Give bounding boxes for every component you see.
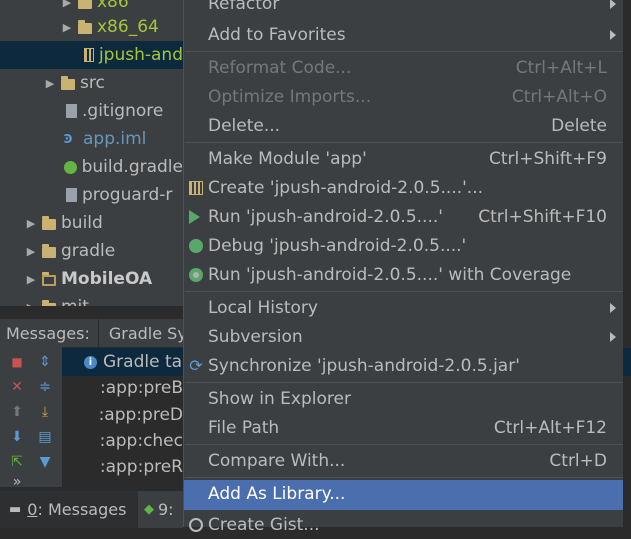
menu-item-synchronize[interactable]: ⟳ Synchronize 'jpush-android-2.0.5.jar' [184, 352, 624, 380]
editor-selection-fragment [623, 348, 631, 376]
expand-arrow-icon[interactable]: ▶ [26, 301, 36, 307]
tree-item-mobileoa[interactable]: ▶ MobileOA [0, 265, 183, 293]
menu-item-compare-with[interactable]: Compare With... Ctrl+D [184, 447, 624, 475]
menu-item-create-gist[interactable]: Create Gist... [184, 511, 624, 539]
list-item[interactable]: :app:preD [62, 401, 183, 429]
folder-icon [42, 299, 56, 306]
menu-item-optimize-imports[interactable]: Optimize Imports... Ctrl+Alt+O [184, 83, 624, 111]
close-icon[interactable]: ✕ [10, 380, 24, 394]
tree-item-proguard[interactable]: proguard-r [0, 181, 183, 209]
submenu-arrow-icon [610, 332, 616, 342]
list-item[interactable]: :app:preR [62, 453, 183, 481]
folder-icon [42, 215, 56, 230]
previous-icon[interactable]: ⬆ [10, 405, 24, 419]
coverage-icon [189, 268, 203, 282]
debug-icon [189, 239, 203, 253]
tree-item-mit[interactable]: ▶ mit [0, 293, 183, 306]
expand-arrow-icon[interactable]: ▶ [45, 77, 55, 90]
menu-item-make-module[interactable]: Make Module 'app' Ctrl+Shift+F9 [184, 145, 624, 173]
sync-icon: ⟳ [189, 356, 203, 375]
expand-arrow-icon[interactable]: ▶ [62, 0, 72, 9]
context-menu: Refactor Add to Favorites Reformat Code.… [183, 0, 624, 535]
config-icon [189, 181, 203, 195]
messages-list: i Gradle ta :app:preB :app:preD :app:che… [62, 347, 183, 487]
tree-item-x86-64[interactable]: ▶ x86_64 [0, 13, 183, 41]
jar-icon [83, 48, 94, 62]
expand-arrow-icon[interactable]: ▶ [26, 245, 36, 258]
list-item[interactable]: i Gradle ta [62, 348, 183, 376]
menu-item-refactor[interactable]: Refactor [184, 0, 624, 18]
expand-arrow-icon[interactable]: ▶ [26, 217, 36, 230]
menu-separator [185, 291, 623, 292]
expand-arrow-icon[interactable]: ▶ [26, 273, 36, 286]
submenu-arrow-icon [610, 30, 616, 40]
menu-item-subversion[interactable]: Subversion [184, 323, 624, 351]
folder-icon [61, 75, 75, 90]
github-icon [189, 518, 203, 532]
messages-title: Messages: [6, 323, 90, 343]
tree-item-build-gradle[interactable]: build.gradle [0, 153, 183, 181]
menu-item-debug[interactable]: Debug 'jpush-android-2.0.5....' [184, 232, 624, 260]
tab-messages[interactable]: ▬ 0 : Messages [0, 491, 138, 528]
stop-icon[interactable]: ■ [10, 355, 24, 369]
folder-icon [78, 0, 92, 9]
submenu-arrow-icon [610, 0, 616, 9]
tab-gradle-sync[interactable]: Gradle Syn [97, 319, 183, 347]
tree-item-app-iml[interactable]: Ͽ app.iml [0, 125, 183, 153]
tree-item-build[interactable]: ▶ build [0, 209, 183, 237]
file-icon [66, 104, 77, 118]
module-folder-icon [42, 271, 56, 286]
folder-icon [78, 19, 92, 34]
menu-item-run[interactable]: Run 'jpush-android-2.0.5....' Ctrl+Shift… [184, 203, 624, 231]
tool-window-bar: ▬ 0 : Messages ◆ 9: [0, 490, 183, 528]
next-icon[interactable]: ⬇ [10, 430, 24, 444]
open-source-icon[interactable]: ⇱ [10, 455, 24, 469]
menu-item-create-config[interactable]: Create 'jpush-android-2.0.5....'... [184, 174, 624, 202]
tree-item-src[interactable]: ▶ src [0, 69, 183, 97]
gradle-icon [63, 160, 77, 174]
messages-icon: ▬ [9, 502, 22, 517]
export-icon[interactable]: ⤓ [38, 405, 52, 419]
list-item[interactable]: :app:chec [62, 427, 183, 455]
folder-icon [42, 243, 56, 258]
menu-separator [185, 51, 623, 52]
menu-item-reformat-code[interactable]: Reformat Code... Ctrl+Alt+L [184, 54, 624, 82]
tree-item-jpush-jar[interactable]: jpush-and [0, 41, 183, 69]
tab-todo[interactable]: ◆ 9: [144, 491, 174, 528]
iml-file-icon: Ͽ [64, 132, 73, 146]
menu-item-show-in-explorer[interactable]: Show in Explorer [184, 385, 624, 413]
filter-icon[interactable]: ▼ [38, 455, 52, 469]
list-item[interactable]: :app:preB [62, 374, 183, 402]
tree-item-gitignore[interactable]: .gitignore [0, 97, 183, 125]
project-tree: ▶ x86 ▶ x86_64 jpush-and ▶ src .gitignor… [0, 0, 183, 306]
messages-header: Messages: Gradle Syn [0, 318, 183, 348]
more-icon[interactable]: » [10, 475, 24, 489]
menu-separator [185, 477, 623, 478]
submenu-arrow-icon [610, 303, 616, 313]
editor-edge [623, 0, 631, 527]
menu-item-file-path[interactable]: File Path Ctrl+Alt+F12 [184, 414, 624, 442]
menu-separator [185, 142, 623, 143]
collapse-all-icon[interactable]: ≑ [38, 380, 52, 394]
file-icon [66, 188, 77, 202]
expand-all-icon[interactable]: ⇕ [38, 355, 52, 369]
menu-item-local-history[interactable]: Local History [184, 294, 624, 322]
messages-toolbar: ■ ⇕ ✕ ≑ ⬆ ⤓ ⬇ ▤ ⇱ ▼ » [0, 347, 62, 489]
layout-icon[interactable]: ▤ [38, 430, 52, 444]
expand-arrow-icon[interactable]: ▶ [62, 21, 72, 34]
menu-item-add-as-library[interactable]: Add As Library... [184, 480, 624, 510]
menu-item-run-with-coverage[interactable]: Run 'jpush-android-2.0.5....' with Cover… [184, 261, 624, 289]
menu-separator [185, 444, 623, 445]
menu-separator [185, 382, 623, 383]
info-icon: i [84, 355, 97, 369]
menu-item-delete[interactable]: Delete... Delete [184, 112, 624, 140]
run-icon [189, 210, 200, 224]
menu-item-add-to-favorites[interactable]: Add to Favorites [184, 21, 624, 49]
tree-item-gradle[interactable]: ▶ gradle [0, 237, 183, 265]
todo-icon: ◆ [144, 502, 154, 517]
